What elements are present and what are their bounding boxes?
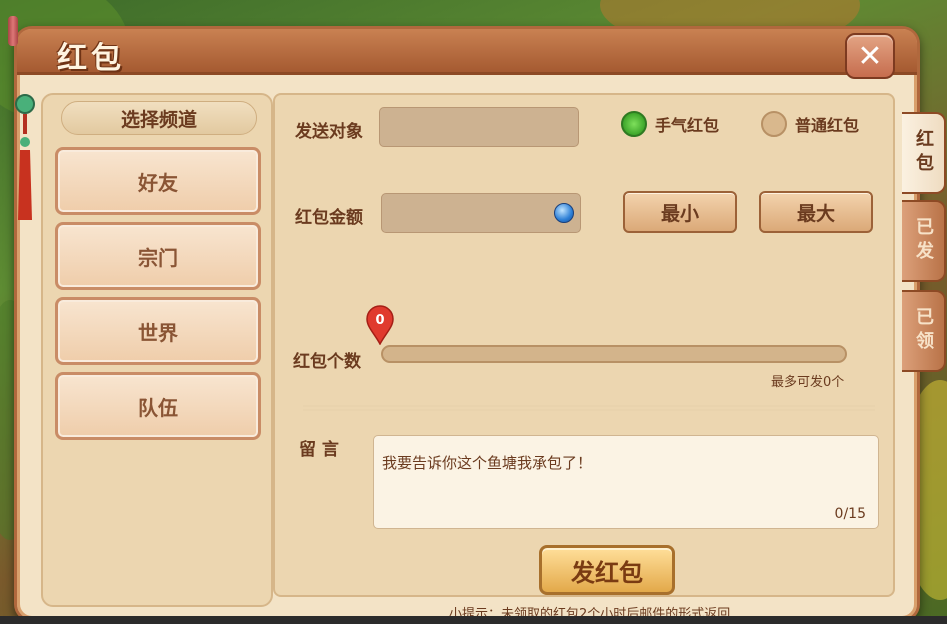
red-packet-dialog: 红包 ✕ 选择频道 好友 宗门 世界 队伍 发送对象 手气红包 普通红包 红包金… bbox=[14, 26, 920, 622]
radio-lucky-packet[interactable]: 手气红包 bbox=[621, 111, 719, 137]
form-panel: 发送对象 手气红包 普通红包 红包金额 最小 最大 0 红包个数 最多可发0个 … bbox=[273, 93, 895, 622]
channel-header: 选择频道 bbox=[61, 101, 257, 135]
channel-button-world[interactable]: 世界 bbox=[55, 297, 261, 365]
max-button[interactable]: 最大 bbox=[759, 191, 873, 233]
close-button[interactable]: ✕ bbox=[845, 33, 895, 79]
count-slider[interactable] bbox=[381, 345, 847, 363]
close-icon: ✕ bbox=[857, 38, 883, 74]
radio-unselected-icon bbox=[761, 111, 787, 137]
scroll-rod-left bbox=[8, 16, 18, 46]
channel-button-friends[interactable]: 好友 bbox=[55, 147, 261, 215]
amount-label: 红包金额 bbox=[295, 208, 363, 228]
dialog-title: 红包 bbox=[57, 41, 125, 76]
radio-normal-packet[interactable]: 普通红包 bbox=[761, 111, 859, 137]
channel-panel: 选择频道 好友 宗门 世界 队伍 bbox=[41, 93, 273, 607]
channel-button-team[interactable]: 队伍 bbox=[55, 372, 261, 440]
jade-tassel-icon bbox=[15, 94, 35, 220]
channel-button-sect[interactable]: 宗门 bbox=[55, 222, 261, 290]
count-label: 红包个数 bbox=[293, 352, 361, 372]
message-counter: 0/15 bbox=[834, 506, 866, 522]
slider-value-pin: 0 bbox=[366, 305, 394, 345]
send-red-packet-button[interactable]: 发红包 bbox=[539, 545, 675, 595]
keypad-icon[interactable] bbox=[554, 203, 574, 223]
status-bar bbox=[0, 616, 947, 624]
count-hint: 最多可发0个 bbox=[771, 375, 845, 390]
target-label: 发送对象 bbox=[295, 122, 363, 142]
min-button[interactable]: 最小 bbox=[623, 191, 737, 233]
tab-received[interactable]: 已领 bbox=[902, 290, 946, 372]
section-divider bbox=[303, 405, 875, 411]
svg-text:0: 0 bbox=[375, 313, 384, 328]
radio-selected-icon bbox=[621, 111, 647, 137]
target-input[interactable] bbox=[379, 107, 579, 147]
tab-red-packet[interactable]: 红包 bbox=[902, 112, 946, 194]
title-bar: 红包 ✕ bbox=[17, 29, 917, 79]
tab-sent[interactable]: 已发 bbox=[902, 200, 946, 282]
radio-normal-label: 普通红包 bbox=[795, 116, 860, 135]
message-label: 留 言 bbox=[299, 440, 339, 460]
message-input[interactable]: 我要告诉你这个鱼塘我承包了！ 0/15 bbox=[373, 435, 879, 529]
message-text: 我要告诉你这个鱼塘我承包了！ bbox=[382, 454, 593, 472]
amount-input[interactable] bbox=[381, 193, 581, 233]
radio-lucky-label: 手气红包 bbox=[655, 116, 720, 135]
